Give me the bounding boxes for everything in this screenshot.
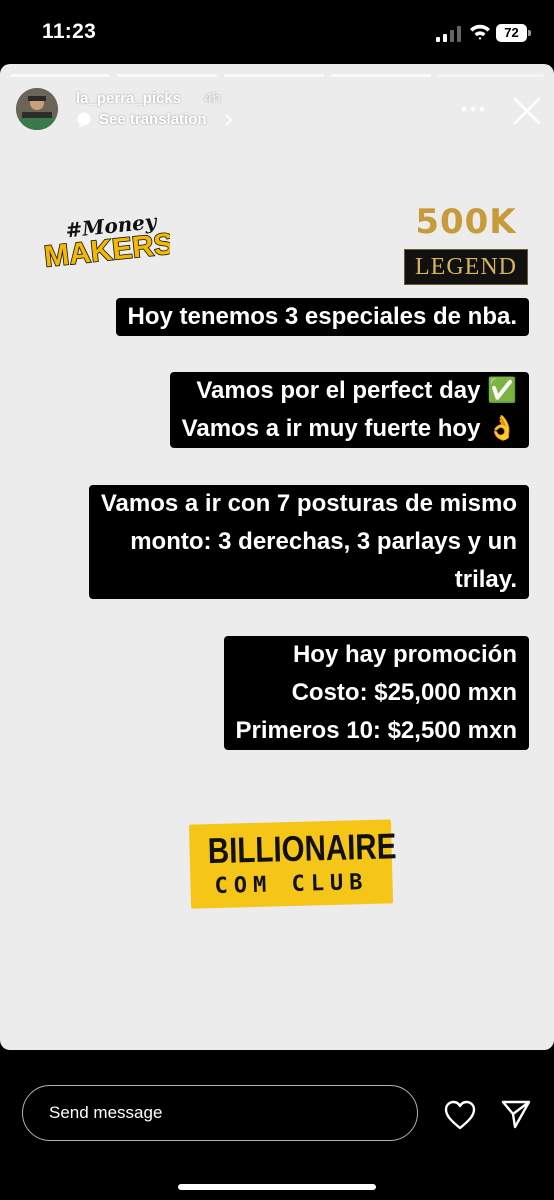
story-progress-segment [10, 74, 110, 77]
legend-text: LEGEND [415, 254, 517, 280]
story-view[interactable]: la_perra_picks 4h See translation #Money… [0, 64, 554, 1050]
battery-level: 72 [496, 24, 527, 42]
500k-text: 500K [415, 202, 517, 242]
story-username[interactable]: la_perra_picks [76, 90, 181, 107]
chevron-right-icon [225, 114, 233, 126]
status-bar: 11:23 72 [0, 0, 554, 64]
story-text-block: Hoy tenemos 3 especiales de nba. [115, 298, 529, 336]
story-progress-segment [117, 74, 217, 77]
story-text-line: Costo: $25,000 mxn [291, 679, 517, 706]
battery-icon: 72 [496, 24, 532, 42]
signal-icon [436, 26, 461, 42]
see-translation-link[interactable]: See translation [99, 111, 207, 128]
more-icon[interactable] [461, 106, 485, 112]
story-text-line: Vamos a ir con 7 posturas de mismo [100, 490, 517, 517]
story-text-line: Vamos por el perfect day ✅ [196, 377, 517, 404]
com-club-text: COM CLUB [214, 869, 369, 900]
story-text-line: monto: 3 derechas, 3 parlays y un [130, 528, 517, 555]
story-text-line: trilay. [454, 566, 517, 593]
story-text-block: Vamos a ir con 7 posturas de mismo monto… [88, 485, 529, 599]
send-icon[interactable] [500, 1098, 532, 1130]
money-makers-word: MAKERS [43, 227, 170, 268]
billionaire-com-club-logo: BILLIONAIRE COM CLUB [188, 819, 397, 909]
send-message-placeholder: Send message [49, 1103, 163, 1122]
legend-badge: LEGEND [404, 249, 528, 285]
home-indicator[interactable] [178, 1184, 376, 1190]
billionaire-text: BILLIONAIRE [207, 825, 397, 872]
story-progress-segment [224, 74, 324, 77]
story-text-line: Vamos a ir muy fuerte hoy 👌 [181, 415, 517, 442]
send-message-input[interactable]: Send message [22, 1085, 418, 1141]
money-makers-logo: #Money MAKERS [42, 212, 170, 268]
heart-icon[interactable] [444, 1100, 476, 1130]
story-progress-segment [331, 74, 431, 77]
story-time-ago: 4h [204, 90, 221, 107]
500k-legend-logo: 500K LEGEND [404, 202, 528, 286]
status-time: 11:23 [42, 20, 97, 43]
close-icon[interactable] [512, 96, 542, 126]
story-text-block: Hoy hay promoción Costo: $25,000 mxn Pri… [223, 636, 529, 750]
story-text-line: Hoy tenemos 3 especiales de nba. [127, 303, 518, 330]
avatar-photo [16, 88, 58, 130]
wifi-icon [470, 24, 490, 40]
avatar[interactable] [16, 88, 58, 130]
story-text-line: Primeros 10: $2,500 mxn [235, 717, 518, 744]
story-text-line: Hoy hay promoción [292, 641, 517, 668]
story-progress-segment [438, 74, 544, 77]
translate-icon[interactable] [76, 112, 92, 128]
story-text-block: Vamos por el perfect day ✅ Vamos a ir mu… [169, 372, 529, 448]
